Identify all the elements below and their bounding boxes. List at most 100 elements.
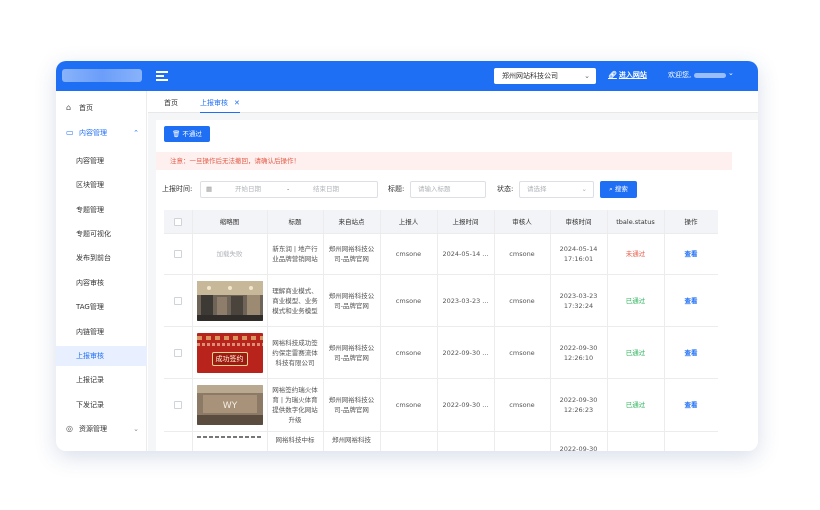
title-filter-label: 标题: xyxy=(388,185,405,193)
status-badge: 已通过 xyxy=(625,348,646,357)
enter-site-link[interactable]: 🔗︎ 进入网站 xyxy=(608,70,647,80)
sidebar-item-label: 内容管理 xyxy=(79,129,107,137)
view-link[interactable]: 查看 xyxy=(685,249,698,259)
column-divider xyxy=(664,210,665,451)
sidebar-subitem-content-review[interactable]: 内容审核 xyxy=(56,273,147,293)
column-divider xyxy=(437,210,438,451)
row-select-cell xyxy=(164,379,192,431)
sidebar-item-resource-management[interactable]: ◎ 资源管理 ⌄ xyxy=(56,419,147,439)
row-checkbox[interactable] xyxy=(174,401,182,409)
sidebar-subitem-topic-visual[interactable]: 专题可视化 xyxy=(56,224,147,244)
sidebar-subitem-dispatch-record[interactable]: 下发记录 xyxy=(56,395,147,415)
cell-site: 郑州网裕科技公司-品牌官网 xyxy=(328,245,375,263)
close-icon[interactable]: ✕ xyxy=(234,99,240,107)
status-placeholder: 请选择 xyxy=(527,185,547,193)
status-filter-label: 状态: xyxy=(497,185,514,193)
resource-icon: ◎ xyxy=(66,424,73,433)
cell-auditor: cmsone xyxy=(509,401,535,409)
tab-bar: 首页 上报审核 ✕ xyxy=(148,91,758,113)
cell-report-time: 2023-03-23 ... xyxy=(442,296,489,305)
site-select-value: 郑州网站科技公司 xyxy=(502,72,558,80)
thumbnail-cell: 成功签约 xyxy=(192,327,267,378)
view-link[interactable]: 查看 xyxy=(685,400,698,410)
column-header: 审核人 xyxy=(512,217,532,226)
sidebar-subitem-tag[interactable]: TAG管理 xyxy=(56,297,147,317)
chevron-down-icon: ⌄ xyxy=(581,185,587,193)
menu-toggle-icon[interactable] xyxy=(156,70,168,81)
view-link[interactable]: 查看 xyxy=(685,348,698,358)
row-select-cell xyxy=(164,234,192,274)
cell-site: 郑州网裕科技公司-品牌官网 xyxy=(328,396,375,414)
view-link[interactable]: 查看 xyxy=(685,296,698,306)
thumbnail-cell: WY xyxy=(192,379,267,431)
report-time-label: 上报时间: xyxy=(162,185,193,193)
cell-site: 郑州网裕科技 xyxy=(332,436,371,444)
app-window: 郑州网站科技公司 ⌄ 🔗︎ 进入网站 欢迎您, ⌄ ⌂ 首页 ▭ 内容管理 ⌃ 内… xyxy=(56,61,758,451)
row-select-cell xyxy=(164,275,192,326)
site-select[interactable]: 郑州网站科技公司 ⌄ xyxy=(494,68,596,84)
link-icon: 🔗︎ xyxy=(608,71,617,79)
sidebar-subitem-report-review[interactable]: 上报审核 xyxy=(56,346,147,366)
username[interactable] xyxy=(694,73,726,78)
title-input[interactable]: 请输入标题 xyxy=(410,181,486,198)
title-placeholder: 请输入标题 xyxy=(418,185,451,193)
main-content: 首页 上报审核 ✕ 🗑︎ 不通过 注意：一旦操作后无法撤回，请确认后操作！ 上报时… xyxy=(148,91,758,451)
logo xyxy=(62,69,142,82)
column-header: 操作 xyxy=(684,217,698,226)
column-divider xyxy=(550,210,551,451)
table-row: 理解商业模式、商业模型、业务模式和业务模型 郑州网裕科技公司-品牌官网 cmso… xyxy=(164,275,718,327)
cell-auditor: cmsone xyxy=(509,250,535,258)
search-button[interactable]: ⌕ 搜索 xyxy=(600,181,637,198)
action-cell: 查看 xyxy=(664,234,718,274)
reject-button-label: 不通过 xyxy=(182,130,202,138)
row-checkbox[interactable] xyxy=(174,296,182,305)
warning-notice: 注意：一旦操作后无法撤回，请确认后操作！ xyxy=(156,152,732,170)
chevron-down-icon[interactable]: ⌄ xyxy=(728,69,734,77)
status-select[interactable]: 请选择 ⌄ xyxy=(519,181,594,198)
select-all-checkbox[interactable] xyxy=(174,217,182,226)
row-checkbox[interactable] xyxy=(174,250,182,258)
row-checkbox[interactable] xyxy=(174,348,182,357)
sidebar-subitem-report-record[interactable]: 上报记录 xyxy=(56,370,147,390)
date-range-picker[interactable]: ▦ 开始日期 - 结束日期 xyxy=(200,181,378,198)
search-icon: ⌕ xyxy=(609,185,613,193)
cell-reporter: cmsone xyxy=(395,250,422,258)
sidebar-item-content-management[interactable]: ▭ 内容管理 ⌃ xyxy=(56,123,147,143)
cell-auditor: cmsone xyxy=(509,296,535,305)
cell-site: 郑州网裕科技公司-品牌官网 xyxy=(328,343,375,362)
action-cell: 查看 xyxy=(664,275,718,326)
sidebar-subitem-block[interactable]: 区块管理 xyxy=(56,175,147,195)
cell-reporter: cmsone xyxy=(395,401,422,409)
sidebar-item-label: 首页 xyxy=(79,104,93,112)
sidebar-item-home[interactable]: ⌂ 首页 xyxy=(56,98,147,118)
cell-title: 网裕科技中标 xyxy=(275,436,315,444)
cell-report-time: 2022-09-30 ... xyxy=(442,401,489,409)
tab-home[interactable]: 首页 xyxy=(164,91,178,113)
sidebar-subitem-content[interactable]: 内容管理 xyxy=(56,151,147,171)
table-header: 缩略图 标题 来自站点 上报人 上报时间 审核人 审核时间 tbale.stat… xyxy=(164,210,718,234)
cell-auditor: cmsone xyxy=(509,348,535,357)
sidebar: ⌂ 首页 ▭ 内容管理 ⌃ 内容管理 区块管理 专题管理 专题可视化 发布到前台… xyxy=(56,91,147,451)
end-date-placeholder: 结束日期 xyxy=(313,185,339,193)
tab-label: 首页 xyxy=(164,99,178,107)
tab-report-review[interactable]: 上报审核 ✕ xyxy=(200,91,240,113)
sidebar-subitem-internal-link[interactable]: 内链管理 xyxy=(56,322,147,342)
sidebar-subitem-publish[interactable]: 发布到前台 xyxy=(56,248,147,268)
reject-button[interactable]: 🗑︎ 不通过 xyxy=(164,126,210,142)
cell-reporter: cmsone xyxy=(395,296,422,305)
cell-report-time: 2024-05-14 ... xyxy=(442,250,489,258)
column-header: 审核时间 xyxy=(565,217,592,226)
cell-reporter: cmsone xyxy=(395,348,422,357)
chevron-down-icon: ⌄ xyxy=(584,72,590,80)
filter-bar: 上报时间: ▦ 开始日期 - 结束日期 标题: 请输入标题 状态: 请选择 ⌄ … xyxy=(156,180,732,200)
sidebar-subitem-topic[interactable]: 专题管理 xyxy=(56,200,147,220)
status-badge: 已通过 xyxy=(625,296,646,305)
cell-report-time: 2022-09-30 ... xyxy=(442,348,489,357)
enter-site-label: 进入网站 xyxy=(618,71,647,79)
column-header: 缩略图 xyxy=(219,217,240,226)
start-date-placeholder: 开始日期 xyxy=(235,185,261,193)
column-divider xyxy=(192,210,193,451)
report-table: 缩略图 标题 来自站点 上报人 上报时间 审核人 审核时间 tbale.stat… xyxy=(164,210,718,451)
home-icon: ⌂ xyxy=(66,103,72,112)
column-header: 上报时间 xyxy=(452,217,479,226)
